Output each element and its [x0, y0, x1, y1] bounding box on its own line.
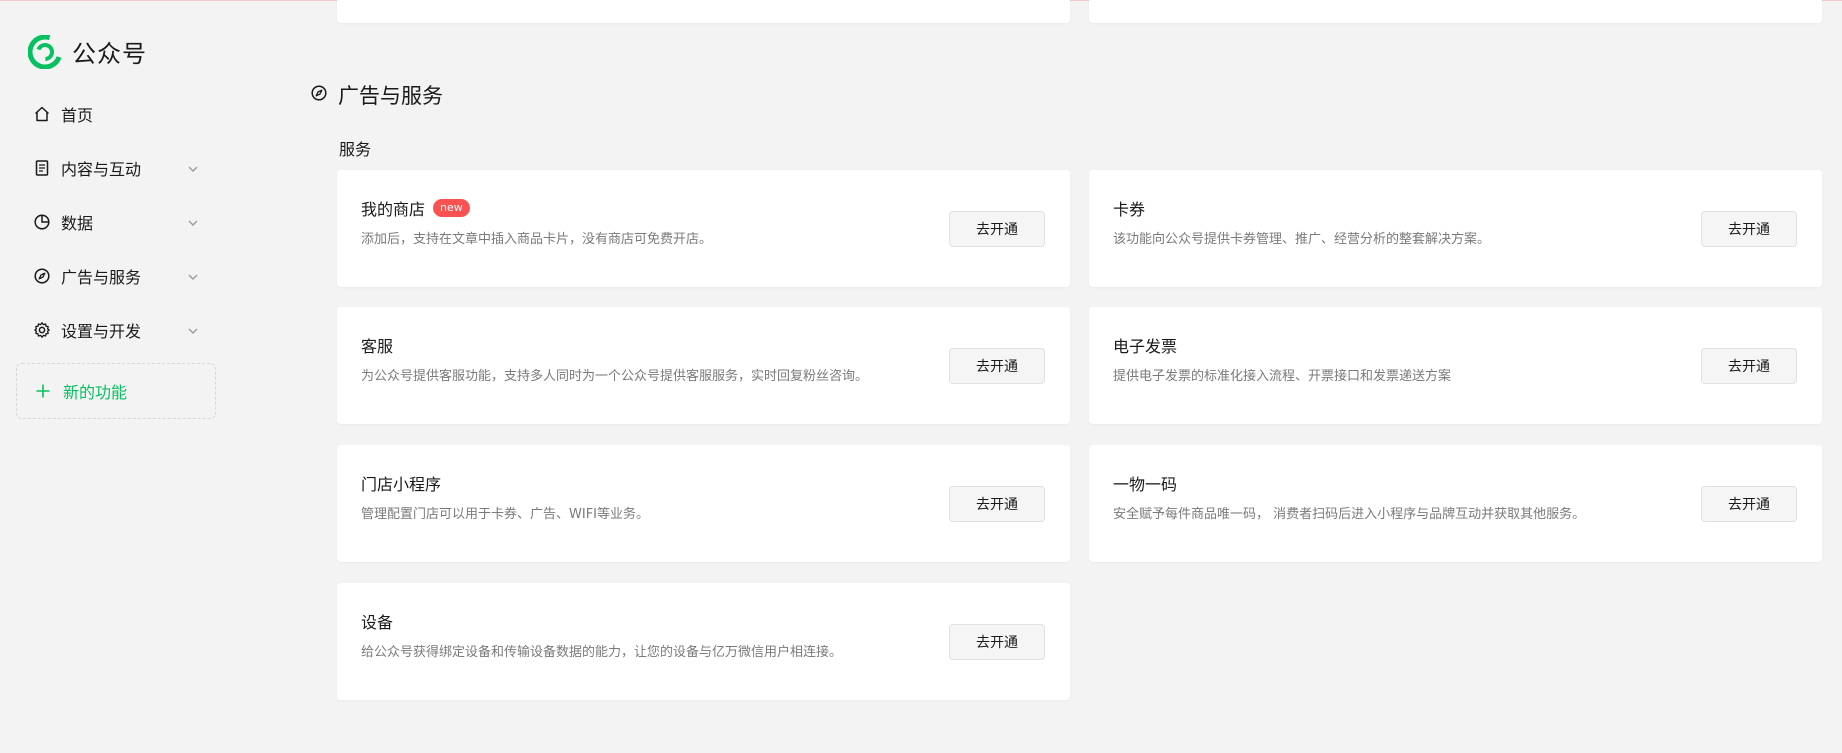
- sidebar-item-label: 首页: [61, 106, 94, 125]
- card-title-text: 我的商店: [361, 200, 426, 219]
- service-card-e-invoice: 电子发票 提供电子发票的标准化接入流程、开票接口和发票递送方案 去开通: [1089, 307, 1822, 424]
- card-description: 安全赋予每件商品唯一码， 消费者扫码后进入小程序与品牌互动并获取其他服务。: [1113, 507, 1586, 522]
- card-title: 我的商店 new: [361, 196, 470, 220]
- section-title: 广告与服务: [338, 84, 443, 108]
- previous-section-card: [1089, 0, 1822, 23]
- card-title-text: 电子发票: [1113, 337, 1178, 356]
- activate-button[interactable]: 去开通: [949, 486, 1045, 522]
- sidebar: 公众号 首页 内容与互动 数据 广告与服务 设置与开发 新的功能: [0, 0, 240, 753]
- card-title-text: 门店小程序: [361, 475, 442, 494]
- compass-icon: [33, 267, 51, 285]
- wechat-mp-logo-icon: [28, 34, 62, 69]
- subsection-title: 服务: [339, 140, 372, 159]
- new-feature-label: 新的功能: [63, 383, 128, 402]
- activate-button[interactable]: 去开通: [1701, 486, 1797, 522]
- sidebar-item-settings[interactable]: 设置与开发: [16, 310, 216, 350]
- card-title: 电子发票: [1113, 333, 1177, 357]
- sidebar-item-ads-services[interactable]: 广告与服务: [16, 256, 216, 296]
- logo-text: 公众号: [72, 40, 147, 68]
- sidebar-item-content[interactable]: 内容与互动: [16, 148, 216, 188]
- chevron-down-icon: [186, 323, 200, 337]
- sidebar-item-label: 广告与服务: [61, 268, 142, 287]
- card-title: 卡券: [1113, 196, 1145, 220]
- new-badge: new: [433, 199, 470, 217]
- compass-icon: [310, 84, 328, 106]
- chevron-down-icon: [186, 215, 200, 229]
- activate-button[interactable]: 去开通: [1701, 211, 1797, 247]
- card-title-text: 一物一码: [1113, 475, 1178, 494]
- service-card-coupons: 卡券 该功能向公众号提供卡券管理、推广、经营分析的整套解决方案。 去开通: [1089, 170, 1822, 287]
- sidebar-item-label: 设置与开发: [61, 322, 142, 341]
- service-card-customer-service: 客服 为公众号提供客服功能，支持多人同时为一个公众号提供客服服务，实时回复粉丝咨…: [337, 307, 1070, 424]
- activate-button[interactable]: 去开通: [949, 211, 1045, 247]
- service-card-store-miniprogram: 门店小程序 管理配置门店可以用于卡券、广告、WIFI等业务。 去开通: [337, 445, 1070, 562]
- chevron-down-icon: [186, 161, 200, 175]
- sidebar-item-home[interactable]: 首页: [16, 94, 216, 134]
- card-title: 设备: [361, 609, 393, 633]
- sidebar-item-data[interactable]: 数据: [16, 202, 216, 242]
- card-description: 为公众号提供客服功能，支持多人同时为一个公众号提供客服服务，实时回复粉丝咨询。: [361, 369, 869, 384]
- service-card-my-shop: 我的商店 new 添加后，支持在文章中插入商品卡片，没有商店可免费开店。 去开通: [337, 170, 1070, 287]
- sidebar-item-label: 内容与互动: [61, 160, 142, 179]
- card-title: 客服: [361, 333, 393, 357]
- card-description: 提供电子发票的标准化接入流程、开票接口和发票递送方案: [1113, 369, 1452, 384]
- sidebar-item-label: 数据: [61, 214, 94, 233]
- activate-button[interactable]: 去开通: [949, 624, 1045, 660]
- card-title-text: 卡券: [1113, 200, 1146, 219]
- activate-button[interactable]: 去开通: [1701, 348, 1797, 384]
- card-title: 门店小程序: [361, 471, 441, 495]
- activate-button[interactable]: 去开通: [949, 348, 1045, 384]
- card-description: 管理配置门店可以用于卡券、广告、WIFI等业务。: [361, 507, 649, 522]
- service-card-one-item-one-code: 一物一码 安全赋予每件商品唯一码， 消费者扫码后进入小程序与品牌互动并获取其他服…: [1089, 445, 1822, 562]
- chevron-down-icon: [186, 269, 200, 283]
- home-icon: [33, 105, 51, 123]
- card-title-text: 客服: [361, 337, 394, 356]
- section-header: 广告与服务: [310, 80, 443, 110]
- card-description: 给公众号获得绑定设备和传输设备数据的能力，让您的设备与亿万微信用户相连接。: [361, 645, 843, 660]
- document-icon: [33, 159, 51, 177]
- card-description: 该功能向公众号提供卡券管理、推广、经营分析的整套解决方案。: [1113, 232, 1491, 247]
- pie-chart-icon: [33, 213, 51, 231]
- plus-icon: [35, 383, 51, 399]
- gear-icon: [33, 321, 51, 339]
- previous-section-card: [337, 0, 1070, 23]
- card-title: 一物一码: [1113, 471, 1177, 495]
- new-feature-button[interactable]: 新的功能: [16, 363, 216, 419]
- logo[interactable]: 公众号: [28, 34, 147, 69]
- card-title-text: 设备: [361, 613, 394, 632]
- card-description: 添加后，支持在文章中插入商品卡片，没有商店可免费开店。: [361, 232, 713, 247]
- service-card-device: 设备 给公众号获得绑定设备和传输设备数据的能力，让您的设备与亿万微信用户相连接。…: [337, 583, 1070, 700]
